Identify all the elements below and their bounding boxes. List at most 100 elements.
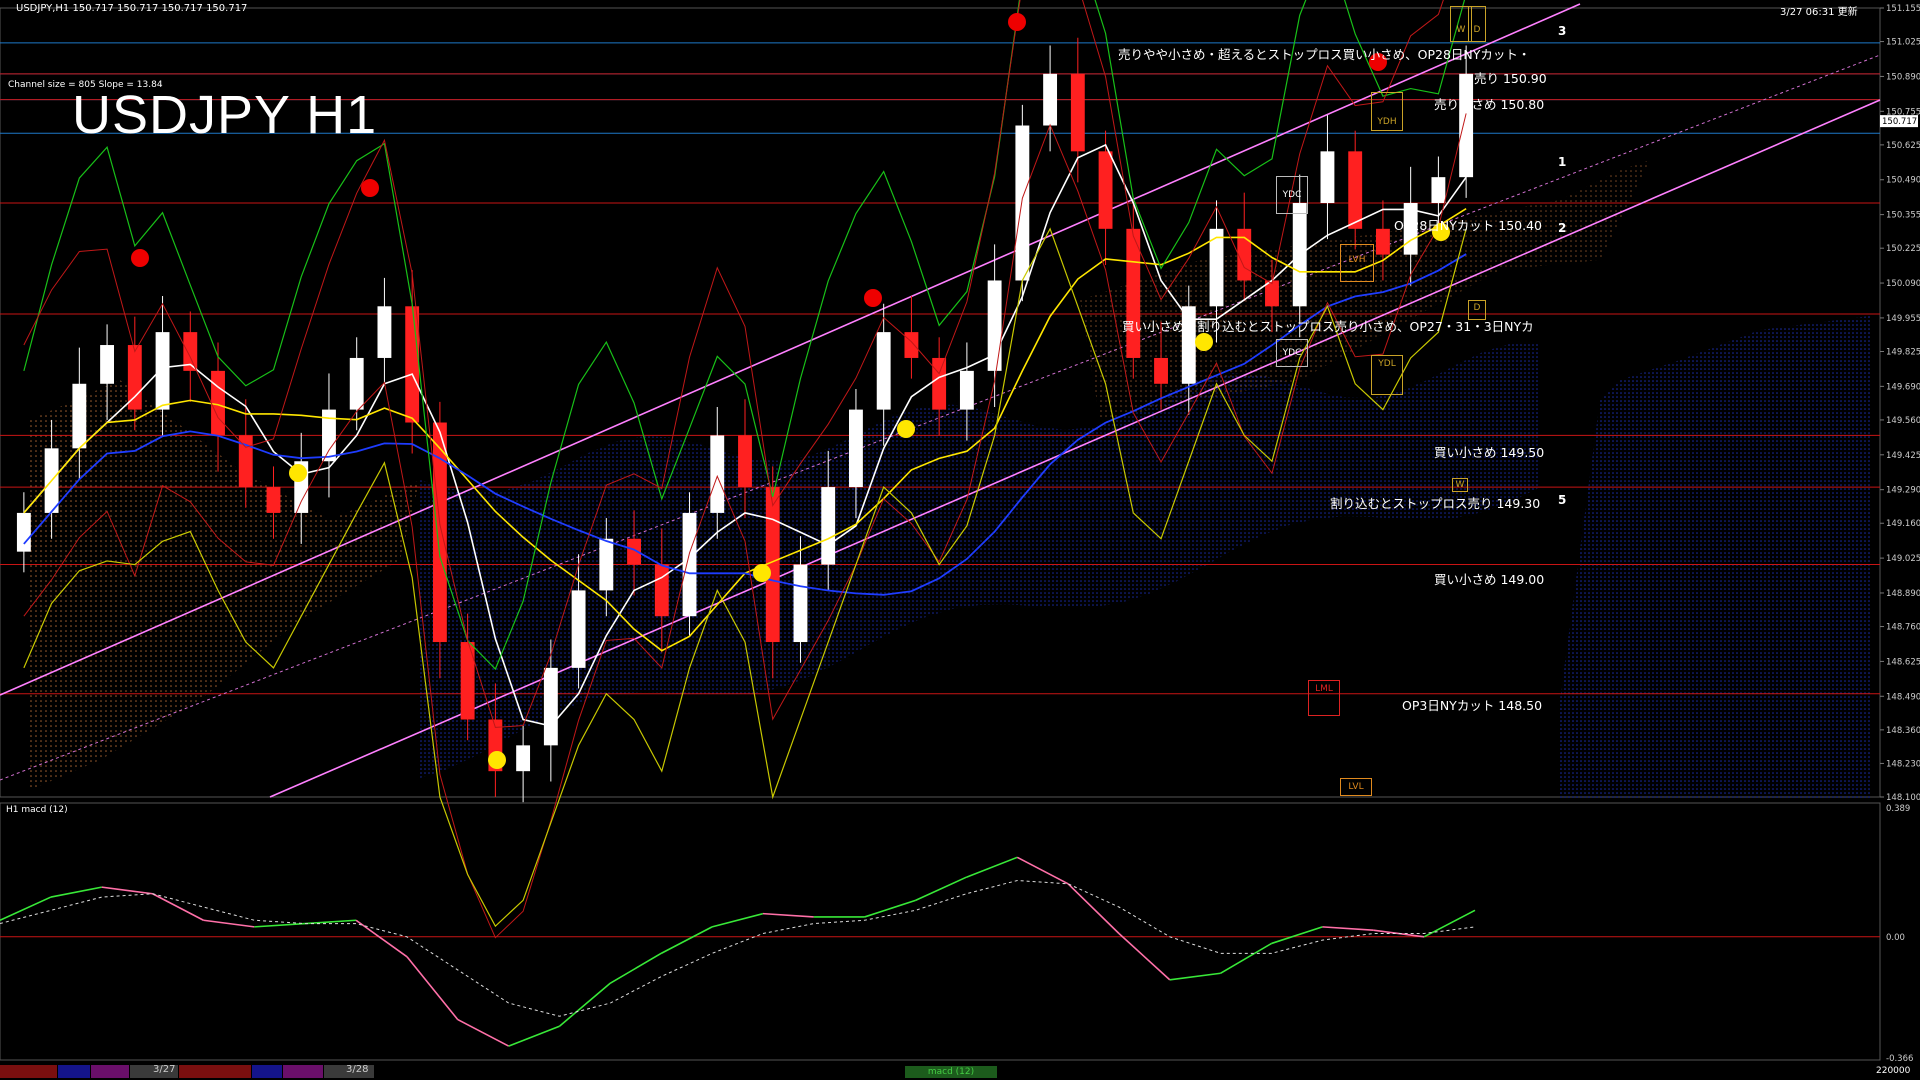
macd-tick-label: 0.389 xyxy=(1886,804,1910,814)
candle-body xyxy=(654,564,669,617)
buy-signal-icon xyxy=(1195,333,1213,351)
chart-window: 151.155 151.025 150.890 150.755 150.625 150.4… xyxy=(0,0,1920,1080)
candle-body xyxy=(599,538,614,591)
y-tick-label: 150.890 xyxy=(1886,72,1920,82)
marker-2: 2 xyxy=(1558,221,1567,235)
macd-tick-label: 0.00 xyxy=(1886,933,1905,943)
annotation-buy-14950: 買い小さめ 149.50 xyxy=(1434,445,1545,460)
date-label-0327: 3/27 xyxy=(153,1064,176,1075)
candle-body xyxy=(932,357,947,410)
candle-body xyxy=(710,435,725,513)
ichimoku-cloud xyxy=(420,341,1540,778)
candle-body xyxy=(405,306,420,423)
current-price-label: 150.717 xyxy=(1882,117,1917,127)
candle-body xyxy=(821,487,836,565)
macd-line-segment xyxy=(1118,932,1171,981)
ichimoku-cloud-future xyxy=(1560,316,1870,800)
candle-body xyxy=(155,332,170,410)
candle-body xyxy=(72,383,87,449)
sell-signal-icon xyxy=(864,289,882,307)
candle-body xyxy=(1320,151,1335,203)
y-tick-label: 148.360 xyxy=(1886,726,1920,736)
y-tick-label: 150.090 xyxy=(1886,279,1920,289)
buy-signal-icon xyxy=(897,420,915,438)
annotation-sell-lighter: 売りやや小さめ・超えるとストップロス買い小さめ、OP28日NYカット・ xyxy=(1118,47,1531,62)
y-tick-label: 149.560 xyxy=(1886,416,1920,426)
y-tick-label: 151.155 xyxy=(1886,4,1920,14)
y-tick-label: 149.160 xyxy=(1886,519,1920,529)
macd-line-segment xyxy=(1169,972,1221,981)
macd-line-segment xyxy=(1271,926,1323,945)
macd-line-segment xyxy=(915,876,967,902)
macd-line-segment xyxy=(711,912,764,928)
y-tick-label: 150.625 xyxy=(1886,141,1920,151)
macd-line-segment xyxy=(1067,883,1120,935)
candle-body xyxy=(1431,177,1446,203)
candle-body xyxy=(571,590,586,668)
chart-title: USDJPY H1 xyxy=(72,85,378,145)
y-tick-label: 149.690 xyxy=(1886,382,1920,392)
annotation-op-cut-14850: OP3日NYカット 148.50 xyxy=(1402,698,1543,713)
candle-body xyxy=(1348,151,1363,229)
box-ydl: YDL xyxy=(1371,355,1403,395)
y-tick-label: 150.225 xyxy=(1886,244,1920,254)
box-lvl: LVL xyxy=(1340,778,1372,796)
candle-body xyxy=(349,357,364,410)
macd-line-segment xyxy=(1322,926,1374,931)
candle-body xyxy=(793,564,808,643)
macd-signal-line xyxy=(0,880,1476,1017)
box-daily-2: D xyxy=(1468,300,1486,320)
candle-body xyxy=(1237,228,1252,281)
annotation-op-cut-15040: OP28日NYカット 150.40 xyxy=(1394,218,1542,233)
box-daily: D xyxy=(1468,6,1486,42)
y-tick-label: 149.825 xyxy=(1886,347,1920,357)
macd-line-segment xyxy=(558,982,611,1027)
y-tick-label: 148.760 xyxy=(1886,623,1920,633)
macd-line-segment xyxy=(864,899,916,918)
macd-line-segment xyxy=(1423,909,1476,938)
y-tick-label: 148.625 xyxy=(1886,657,1920,667)
candle-body xyxy=(1375,228,1390,255)
y-tick-label: 151.025 xyxy=(1886,38,1920,48)
macd-line-segment xyxy=(508,1025,560,1047)
macd-line-segment xyxy=(1016,856,1069,885)
update-time: 3/27 06:31 更新 xyxy=(1780,7,1858,18)
buy-signal-icon xyxy=(289,464,307,482)
box-lvh: LVH xyxy=(1340,244,1374,282)
ichimoku-cloud-red xyxy=(30,380,420,790)
candle-body xyxy=(127,345,142,410)
annotation-stop-14930: 割り込むとストップロス売り 149.30 xyxy=(1330,496,1541,511)
y-tick-label: 149.290 xyxy=(1886,486,1920,496)
annotation-buy-14900: 買い小さめ 149.00 xyxy=(1434,572,1545,587)
marker-1: 1 xyxy=(1558,155,1567,169)
candle-body xyxy=(876,332,891,410)
candle-body xyxy=(1154,357,1168,384)
buy-signal-icon xyxy=(753,564,771,582)
macd-line-segment xyxy=(50,886,102,898)
macd-line-segment xyxy=(966,856,1018,878)
candle-body xyxy=(849,409,863,488)
candle-body xyxy=(1043,73,1058,126)
y-tick-label: 149.425 xyxy=(1886,451,1920,461)
date-label-0328: 3/28 xyxy=(346,1064,369,1075)
candle-body xyxy=(738,435,752,488)
box-lml: LML xyxy=(1308,680,1340,716)
macd-line-segment xyxy=(660,926,713,955)
candle-body xyxy=(16,512,31,552)
box-weekly-2: W xyxy=(1452,478,1468,492)
box-ydh: YDH xyxy=(1371,92,1403,131)
symbol-info: USDJPY,H1 150.717 150.717 150.717 150.71… xyxy=(16,3,248,14)
candle-body xyxy=(1459,73,1474,178)
sell-signal-icon xyxy=(1008,13,1026,31)
candle-body xyxy=(543,667,558,746)
marker-5: 5 xyxy=(1558,493,1567,507)
candle-body xyxy=(266,487,281,513)
macd-line-segment xyxy=(762,912,814,918)
y-tick-label: 148.100 xyxy=(1886,793,1920,803)
candle-body xyxy=(1015,125,1030,281)
candle-body xyxy=(1098,151,1113,229)
y-tick-label: 148.890 xyxy=(1886,589,1920,599)
box-ydc-1: YDC xyxy=(1276,176,1308,214)
macd-tab[interactable]: macd (12) xyxy=(905,1066,997,1078)
macd-line-segment xyxy=(406,956,459,1021)
